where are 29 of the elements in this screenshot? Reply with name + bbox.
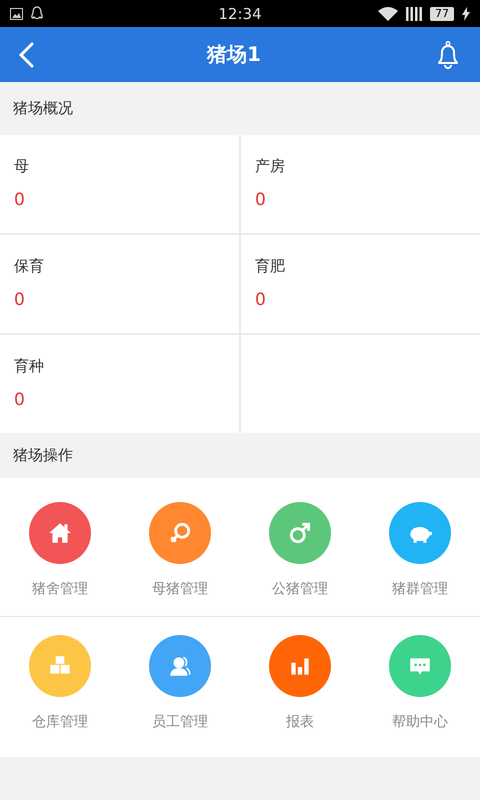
section-title: 猪场概况 (13, 99, 73, 118)
stat-label: 保育 (14, 257, 45, 276)
charging-icon (462, 6, 470, 20)
stat-value: 0 (14, 190, 26, 210)
stat-value: 0 (14, 390, 26, 410)
stat-value: 0 (255, 290, 267, 310)
menu-label[interactable]: 员工管理 (152, 713, 208, 731)
menu-label[interactable]: 仓库管理 (32, 713, 88, 731)
stat-label: 产房 (255, 157, 286, 176)
male-symbol-icon (287, 520, 313, 546)
menu-label[interactable]: 报表 (286, 713, 314, 731)
stat-label: 育肥 (255, 257, 286, 276)
stat-value: 0 (14, 290, 26, 310)
page-title: 猪场1 (207, 41, 261, 68)
battery-level: 77 (430, 6, 454, 20)
stat-label: 母 (14, 157, 30, 176)
stat-value: 0 (255, 190, 267, 210)
signal-icon (406, 6, 422, 20)
menu-label[interactable]: 帮助中心 (392, 713, 448, 731)
wifi-icon (378, 6, 398, 20)
penguin-notification-icon (31, 6, 43, 21)
menu-label[interactable]: 母猪管理 (152, 580, 208, 598)
stat-label: 育种 (14, 357, 45, 376)
clock-time: 12:34 (218, 4, 262, 22)
menu-label[interactable]: 猪舍管理 (32, 580, 88, 598)
section-title: 猪场操作 (13, 446, 73, 465)
picture-notification-icon (10, 8, 23, 20)
menu-label[interactable]: 公猪管理 (272, 580, 328, 598)
menu-label[interactable]: 猪群管理 (392, 580, 448, 598)
